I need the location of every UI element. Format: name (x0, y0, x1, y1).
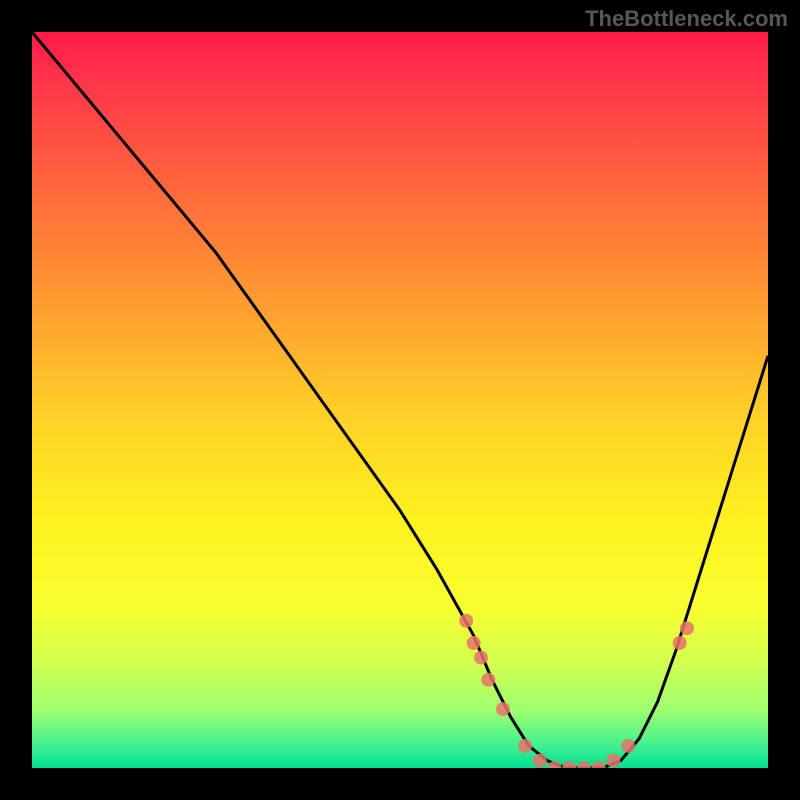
chart-svg (32, 32, 768, 768)
data-point (467, 636, 481, 650)
data-point (481, 673, 495, 687)
data-point (621, 739, 635, 753)
data-point (673, 636, 687, 650)
data-point (680, 621, 694, 635)
data-point (533, 754, 547, 768)
highlighted-points-group (459, 614, 694, 768)
data-point (518, 739, 532, 753)
data-point (592, 761, 606, 768)
chart-plot-area (32, 32, 768, 768)
bottleneck-curve-line (32, 32, 768, 768)
chart-frame (32, 32, 768, 768)
data-point (459, 614, 473, 628)
data-point (496, 702, 510, 716)
data-point (606, 754, 620, 768)
data-point (562, 761, 576, 768)
data-point (577, 761, 591, 768)
watermark-text: TheBottleneck.com (585, 6, 788, 32)
data-point (474, 651, 488, 665)
